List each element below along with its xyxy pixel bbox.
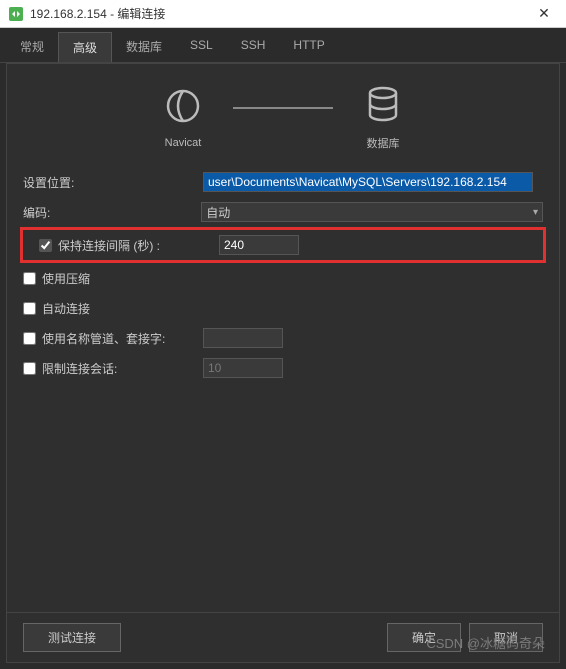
tab-ssl[interactable]: SSL (176, 32, 227, 62)
keepalive-highlight: 保持连接间隔 (秒) : (20, 227, 546, 263)
autoconnect-label-wrap: 自动连接 (23, 300, 203, 317)
limit-label-wrap: 限制连接会话: (23, 360, 203, 377)
test-connection-button[interactable]: 测试连接 (23, 623, 121, 652)
database-icon (363, 84, 403, 127)
autoconnect-label: 自动连接 (42, 300, 90, 317)
titlebar: 192.168.2.154 - 编辑连接 ✕ (0, 0, 566, 28)
limit-checkbox[interactable] (23, 362, 36, 375)
namedpipe-label-wrap: 使用名称管道、套接字: (23, 330, 203, 347)
tab-general[interactable]: 常规 (6, 32, 58, 62)
location-label: 设置位置: (23, 174, 203, 191)
cancel-button[interactable]: 取消 (469, 623, 543, 652)
database-label: 数据库 (367, 135, 400, 151)
compression-label-wrap: 使用压缩 (23, 270, 203, 287)
keepalive-label: 保持连接间隔 (秒) : (58, 237, 160, 254)
app-icon (8, 6, 24, 22)
namedpipe-input (203, 328, 283, 348)
namedpipe-checkbox[interactable] (23, 332, 36, 345)
namedpipe-label: 使用名称管道、套接字: (42, 330, 165, 347)
autoconnect-checkbox[interactable] (23, 302, 36, 315)
tab-content: Navicat 数据库 设置位置: 编码: 自 (6, 63, 560, 663)
connection-line (233, 107, 333, 109)
main-panel: 常规 高级 数据库 SSL SSH HTTP Navicat 数据库 (0, 28, 566, 669)
keepalive-label-wrap: 保持连接间隔 (秒) : (39, 237, 219, 254)
connection-diagram: Navicat 数据库 (7, 64, 559, 161)
navicat-icon (163, 86, 203, 129)
tab-http[interactable]: HTTP (279, 32, 338, 62)
chevron-down-icon: ▾ (533, 207, 538, 218)
limit-label: 限制连接会话: (42, 360, 117, 377)
form: 设置位置: 编码: 自动 ▾ 保持连接间隔 (秒) : (7, 161, 559, 397)
limit-input (203, 358, 283, 378)
encoding-label: 编码: (23, 204, 201, 221)
tab-bar: 常规 高级 数据库 SSL SSH HTTP (0, 28, 566, 63)
tab-advanced[interactable]: 高级 (58, 32, 112, 62)
encoding-select[interactable]: 自动 ▾ (201, 202, 543, 222)
location-input[interactable] (203, 172, 533, 192)
keepalive-checkbox[interactable] (39, 239, 52, 252)
window-title: 192.168.2.154 - 编辑连接 (30, 5, 530, 22)
keepalive-input[interactable] (219, 235, 299, 255)
navicat-label: Navicat (165, 137, 202, 149)
encoding-value: 自动 (206, 204, 230, 221)
footer: 测试连接 确定 取消 (7, 612, 559, 662)
ok-button[interactable]: 确定 (387, 623, 461, 652)
tab-ssh[interactable]: SSH (227, 32, 280, 62)
compression-label: 使用压缩 (42, 270, 90, 287)
compression-checkbox[interactable] (23, 272, 36, 285)
close-button[interactable]: ✕ (530, 0, 558, 28)
tab-database[interactable]: 数据库 (112, 32, 176, 62)
